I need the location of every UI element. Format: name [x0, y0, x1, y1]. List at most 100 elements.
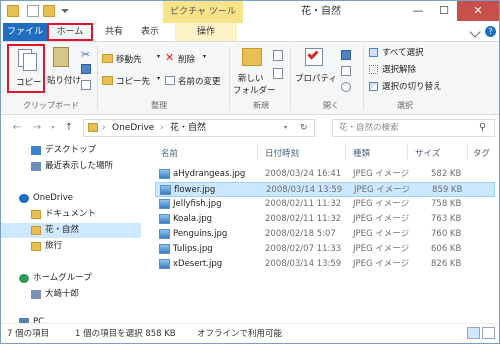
- clipboard-group-label: クリップボード: [23, 101, 79, 110]
- file-row[interactable]: Penguins.jpg 2008/02/18 5:07 JPEG イメージ 7…: [155, 227, 495, 242]
- invert-selection-button[interactable]: 選択の切り替え: [369, 80, 469, 93]
- column-header-name[interactable]: 名前: [161, 147, 178, 159]
- nav-item-onedrive[interactable]: OneDrive: [1, 191, 141, 206]
- new-folder-button[interactable]: 新しい フォルダー: [233, 44, 276, 96]
- separator: [290, 46, 291, 110]
- file-name: xDesert.jpg: [173, 259, 223, 269]
- address-field[interactable]: › OneDrive › 花・自然 ▾ ↻: [83, 119, 315, 137]
- up-arrow-icon[interactable]: ↑: [61, 120, 77, 136]
- minimize-button[interactable]: —: [405, 1, 431, 21]
- forward-arrow-icon[interactable]: →: [29, 120, 45, 136]
- nav-item-desktop[interactable]: デスクトップ: [1, 143, 141, 158]
- nav-item-flowers-nature[interactable]: 花・自然: [1, 223, 141, 238]
- easy-access-icon[interactable]: [273, 68, 283, 79]
- file-type: JPEG イメージ: [353, 229, 410, 239]
- properties-quick-icon[interactable]: [27, 5, 39, 17]
- move-to-label: 移動先: [116, 55, 142, 65]
- file-row[interactable]: xDesert.jpg 2008/03/14 13:59 JPEG イメージ 8…: [155, 257, 495, 272]
- breadcrumb-current[interactable]: 花・自然: [170, 120, 206, 136]
- nav-item-travel[interactable]: 旅行: [1, 239, 141, 254]
- large-icons-view-icon[interactable]: [482, 327, 495, 339]
- rename-button[interactable]: 名前の変更: [165, 74, 227, 88]
- file-row[interactable]: Tulips.jpg 2008/02/07 11:33 JPEG イメージ 60…: [155, 242, 495, 257]
- nav-item-documents[interactable]: ドキュメント: [1, 207, 141, 222]
- copy-to-button[interactable]: コピー先 ▾: [102, 74, 162, 88]
- customize-qat-icon[interactable]: [61, 9, 69, 14]
- back-arrow-icon[interactable]: ←: [9, 120, 25, 136]
- column-separator: [257, 145, 258, 159]
- chevron-down-icon: ▾: [203, 53, 207, 60]
- column-header-size[interactable]: サイズ: [415, 147, 440, 159]
- tab-home[interactable]: ホーム: [47, 23, 93, 41]
- file-date: 2008/03/14 13:59: [266, 185, 343, 195]
- nav-item-recent-places[interactable]: 最近表示した場所: [1, 159, 141, 174]
- paste-label: 貼り付け: [47, 76, 82, 86]
- file-name: flower.jpg: [174, 185, 216, 195]
- properties-label: プロパティ: [295, 74, 337, 84]
- maximize-button[interactable]: ☐: [431, 1, 457, 21]
- delete-label: 削除: [178, 55, 196, 65]
- nav-item-label: 花・自然: [45, 225, 80, 235]
- item-count: 7 個の項目: [7, 329, 50, 339]
- nav-item-label: ドキュメント: [45, 209, 97, 219]
- ribbon-collapse-icon[interactable]: [469, 26, 481, 38]
- column-header-date[interactable]: 日付時刻: [265, 147, 299, 159]
- help-icon[interactable]: ?: [485, 26, 496, 37]
- invert-selection-label: 選択の切り替え: [382, 82, 442, 92]
- folder-app-icon: [7, 5, 19, 17]
- separator: [229, 46, 230, 110]
- properties-button[interactable]: プロパティ: [295, 44, 337, 96]
- file-row[interactable]: Koala.jpg 2008/02/11 11:32 JPEG イメージ 763…: [155, 212, 495, 227]
- copy-label: コピー: [16, 78, 42, 88]
- file-name: Tulips.jpg: [173, 244, 213, 254]
- copy-button[interactable]: コピー: [7, 44, 45, 93]
- folder-icon: [31, 226, 41, 235]
- nav-item-label: デスクトップ: [45, 145, 97, 155]
- select-none-button[interactable]: 選択解除: [369, 63, 459, 76]
- edit-icon[interactable]: [341, 66, 351, 76]
- desktop-icon: [31, 146, 41, 155]
- open-icon[interactable]: [341, 50, 351, 60]
- tab-file[interactable]: ファイル: [3, 23, 47, 41]
- nav-item-homegroup[interactable]: ホームグループ: [1, 271, 141, 286]
- select-none-icon: [369, 65, 378, 74]
- recent-locations-icon[interactable]: ▾: [45, 120, 61, 136]
- new-folder-quick-icon[interactable]: [43, 5, 55, 17]
- tab-view[interactable]: 表示: [133, 23, 167, 41]
- search-input[interactable]: 花・自然の検索 ⚲: [332, 119, 495, 137]
- new-group-label: 新規: [253, 101, 269, 110]
- tab-share[interactable]: 共有: [97, 23, 131, 41]
- paste-button[interactable]: 貼り付け: [47, 44, 81, 93]
- select-none-label: 選択解除: [382, 65, 417, 75]
- address-dropdown-icon[interactable]: ▾: [284, 120, 287, 136]
- tab-manage[interactable]: 操作: [175, 23, 237, 41]
- paste-shortcut-icon[interactable]: [81, 80, 91, 90]
- nav-item-user[interactable]: 大崎十郎: [1, 287, 141, 302]
- file-type: JPEG イメージ: [353, 214, 410, 224]
- new-folder-label-1: 新しい: [238, 74, 264, 84]
- select-all-button[interactable]: すべて選択: [369, 46, 459, 59]
- refresh-icon[interactable]: ↻: [300, 120, 308, 136]
- move-to-button[interactable]: 移動先 ▾: [102, 52, 162, 66]
- breadcrumb-separator-icon: ›: [160, 123, 164, 133]
- file-row[interactable]: aHydrangeas.jpg 2008/03/24 16:41 JPEG イメ…: [155, 167, 495, 182]
- select-all-icon: [369, 48, 378, 57]
- column-header-tag[interactable]: タグ: [473, 147, 490, 159]
- file-name: Penguins.jpg: [173, 229, 228, 239]
- image-file-icon: [159, 244, 170, 254]
- new-item-icon[interactable]: [273, 50, 283, 61]
- file-row[interactable]: Jellyfish.jpg 2008/02/11 11:32 JPEG イメージ…: [155, 197, 495, 212]
- chevron-down-icon: ▾: [157, 53, 161, 60]
- copy-path-icon[interactable]: [81, 64, 91, 74]
- navigation-pane: デスクトップ 最近表示した場所 OneDrive ドキュメント 花・自然 旅行 …: [1, 141, 146, 325]
- invert-selection-icon: [369, 82, 378, 91]
- details-view-icon[interactable]: [467, 327, 480, 339]
- file-row[interactable]: flower.jpg 2008/03/14 13:59 JPEG イメージ 85…: [155, 182, 495, 197]
- column-header-type[interactable]: 種類: [353, 147, 370, 159]
- open-group-label: 開く: [323, 101, 339, 110]
- close-button[interactable]: ✕: [457, 1, 499, 21]
- cut-icon[interactable]: ✂: [81, 48, 90, 61]
- history-icon[interactable]: [341, 82, 351, 92]
- breadcrumb-onedrive[interactable]: OneDrive: [112, 120, 154, 136]
- delete-button[interactable]: ✕ 削除 ▾: [165, 51, 223, 66]
